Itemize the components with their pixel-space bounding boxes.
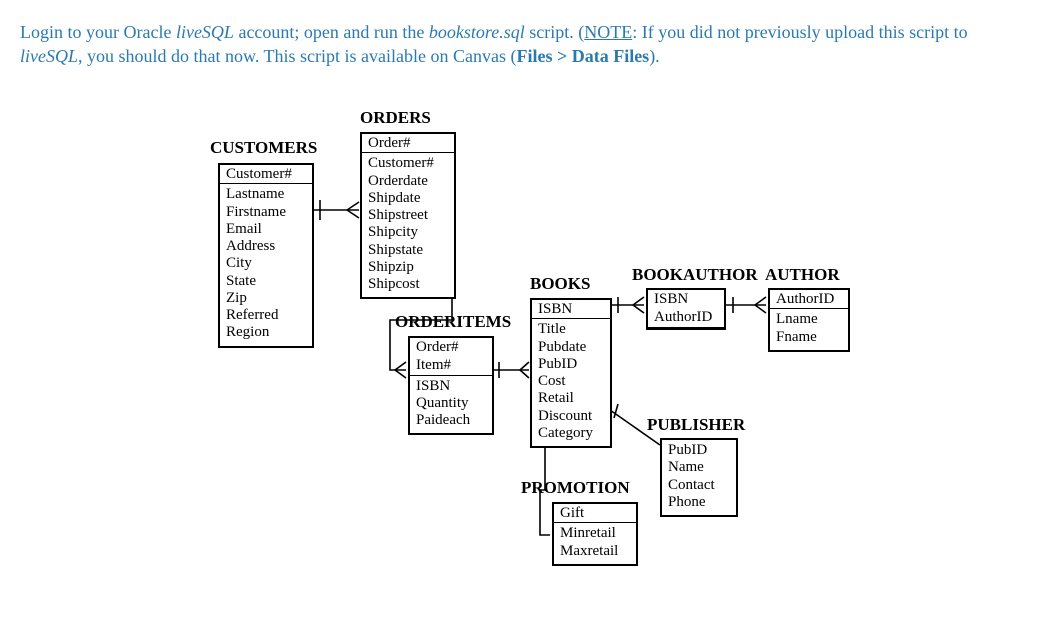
bookauthor-table: ISBN AuthorID [646, 288, 726, 330]
customers-title: CUSTOMERS [210, 138, 317, 158]
promotion-pk: Gift [554, 504, 636, 523]
author-title: AUTHOR [765, 265, 840, 285]
promotion-table: Gift Minretail Maxretail [552, 502, 638, 566]
orderitems-pk1: Order# [410, 338, 492, 356]
books-pk: ISBN [532, 300, 610, 319]
orders-table: Order# Customer# Orderdate Shipdate Ship… [360, 132, 456, 299]
customers-pk: Customer# [220, 165, 312, 184]
erd-connectors [0, 0, 1041, 617]
bookauthor-pk1: ISBN [648, 290, 724, 308]
bookauthor-pk2: AuthorID [648, 308, 724, 327]
instruction-text: Login to your Oracle liveSQL account; op… [20, 20, 1021, 69]
customers-table: Customer# Lastname Firstname Email Addre… [218, 163, 314, 348]
author-table: AuthorID Lname Fname [768, 288, 850, 352]
bookauthor-title: BOOKAUTHOR [632, 265, 758, 285]
orderitems-title: ORDERITEMS [395, 312, 511, 332]
orderitems-pk2: Item# [410, 356, 492, 375]
orderitems-table: Order# Item# ISBN Quantity Paideach [408, 336, 494, 435]
orders-pk: Order# [362, 134, 454, 153]
publisher-title: PUBLISHER [647, 415, 745, 435]
orders-title: ORDERS [360, 108, 431, 128]
books-table: ISBN Title Pubdate PubID Cost Retail Dis… [530, 298, 612, 448]
books-title: BOOKS [530, 274, 590, 294]
publisher-table: PubID Name Contact Phone [660, 438, 738, 517]
promotion-title: PROMOTION [521, 478, 630, 498]
author-pk: AuthorID [770, 290, 848, 309]
